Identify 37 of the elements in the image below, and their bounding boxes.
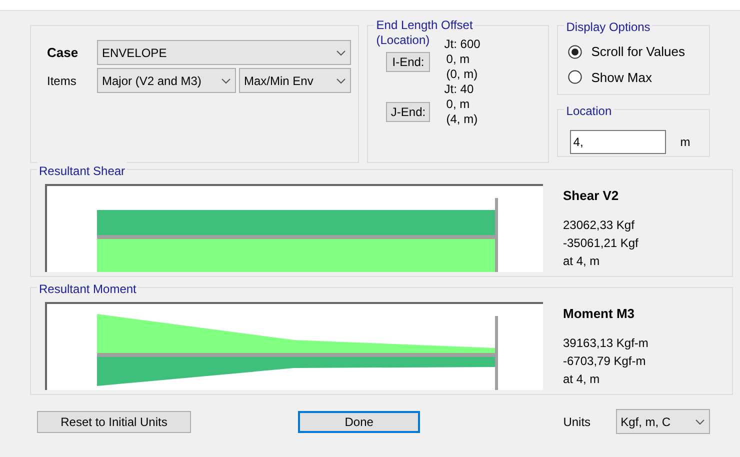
units-label: Units (563, 414, 591, 430)
chevron-icon (336, 78, 346, 84)
group-subtitle: (Location) (376, 33, 430, 48)
location-text: at 4, m (563, 370, 601, 388)
max-value: 39163,13 Kgf-m (563, 334, 648, 352)
offset-value: 0, m (446, 52, 471, 67)
units-dropdown[interactable]: Kgf, m, C (616, 409, 710, 434)
min-value: -35061,21 Kgf (563, 234, 638, 252)
group-title: End Length Offset (374, 18, 475, 33)
component-dropdown[interactable]: Major (V2 and M3) (97, 68, 236, 93)
chevron-icon (695, 418, 705, 424)
joint-label: Jt: 40 (444, 82, 475, 97)
location-text: at 4, m (563, 252, 601, 270)
option-label: Show Max (591, 68, 652, 86)
radio-button[interactable] (568, 44, 582, 59)
done-button[interactable]: Done (298, 410, 420, 432)
unit-label: m (680, 134, 690, 151)
offset-value: 0, m (446, 97, 471, 112)
panel-heading: Shear V2 (563, 187, 620, 205)
reset-units-button[interactable]: Reset to Initial Units (37, 410, 191, 432)
chevron-icon (336, 50, 346, 56)
min-value: -6703,79 Kgf-m (563, 352, 647, 370)
case-dropdown[interactable]: ENVELOPE (97, 40, 351, 65)
chevron-icon (221, 78, 231, 84)
end-button[interactable]: J-End: (386, 102, 430, 122)
type-dropdown[interactable]: Max/Min Env (239, 68, 351, 93)
panel-heading: Moment M3 (563, 305, 636, 323)
end-button[interactable]: I-End: (386, 52, 430, 72)
location-field[interactable]: 4, (570, 130, 666, 154)
joint-label: Jt: 600 (444, 37, 480, 52)
items-label: Items (47, 72, 78, 90)
location-value: (0, m) (446, 67, 479, 82)
case-label: Case (47, 44, 80, 62)
radio-button[interactable] (568, 70, 582, 84)
option-label: Scroll for Values (591, 43, 685, 61)
max-value: 23062,33 Kgf (563, 216, 636, 234)
location-value: (4, m) (446, 112, 479, 127)
